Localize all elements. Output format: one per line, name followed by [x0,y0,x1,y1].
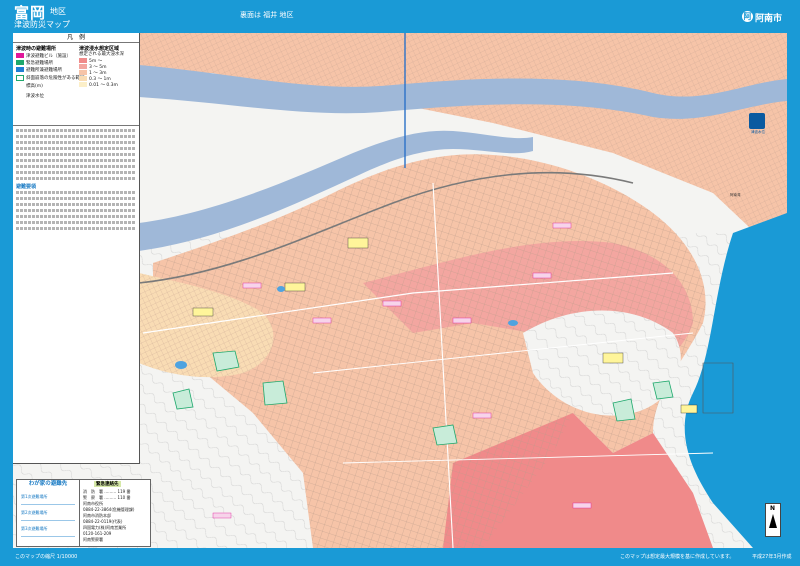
evac-building-tag [452,317,472,324]
evac-site-green [172,388,194,410]
north-label: N [770,505,776,512]
legend-title: 凡 例 [13,33,139,43]
my-evacuation-box[interactable]: わが家の避難先 第1次避難場所 第2次避難場所 第3次避難場所 [16,479,80,547]
pond [508,320,518,326]
notes-text-line [16,191,136,194]
notes-text-line [16,215,136,218]
contact-line: 0120-161-209 [83,531,112,536]
my-evacuation-row: 第1次避難場所 [21,494,48,499]
evac-building-tag [312,317,332,324]
elevation-label: 標高(m) [26,84,43,89]
evac-building-tag [472,412,492,419]
depth-swatch-03-1m [79,76,87,81]
depth-label-001-03m: 0.01 ～ 0.3m [89,83,118,88]
notes-text-line [16,197,136,200]
evac-site-green [262,380,288,406]
evac-site-swatch [16,60,24,65]
shelter-swatch [16,67,24,72]
tsunami-building-tag [602,352,624,364]
evac-building-tag [212,512,232,519]
depth-swatch-1-3m [79,70,87,75]
depth-legend-sub: 想定される最大浸水深 [79,52,124,57]
notes-text-line [16,171,136,174]
emergency-contacts-box: 緊急連絡先 消 防 署 ……… 119 番 警 察 署 ……… 110 番 阿南… [79,479,151,547]
tsunami-building-tag [192,307,214,317]
notes-text-line [16,227,136,230]
shelter-label: 避難所兼避難場所 [26,68,62,73]
evac-building-tag [572,502,592,509]
evac-site-green [432,424,458,446]
pond [175,361,187,369]
notes-text-line [16,221,136,224]
notes-text-line [16,177,136,180]
map-area[interactable]: 凡 例 津波時の避難場所 津波避難ビル（施設） 緊急避難場所 避難所兼避難場所 … [13,33,787,548]
legend-panel: 凡 例 津波時の避難場所 津波避難ビル（施設） 緊急避難場所 避難所兼避難場所 … [13,33,140,464]
my-evacuation-title: わが家の避難先 [28,481,68,487]
evac-site-green [652,380,674,400]
north-arrow-icon [769,514,777,528]
legend-divider [13,125,139,126]
contacts-head: 緊急連絡先 [94,481,121,487]
header-bar: 富岡 地区 津波防災マップ 裏面は 福井 地区 阿 阿南市 [0,0,800,32]
north-arrow-box: N [765,503,781,537]
notes-text-line [16,141,136,144]
evac-building-swatch [16,53,24,58]
city-name: 阿南市 [755,14,783,24]
depth-swatch-3-5m [79,64,87,69]
evac-building-tag [242,282,262,289]
map-title-suffix: 地区 [50,7,66,16]
danger-label: 斜面崩落の危険性がある範囲 [26,76,85,81]
footer-bar: このマップの縮尺 1/10000 このマップは想定最大規模を基に作成しています。… [0,549,800,566]
notes-text-line [16,153,136,156]
notes-text-line [16,165,136,168]
write-in-line[interactable] [21,520,75,521]
tsunami-building-tag [680,404,698,414]
evac-site-label: 緊急避難場所 [26,61,53,66]
publish-date: 平成27年3月作成 [752,554,792,560]
my-evacuation-row: 第2次避難場所 [21,510,48,515]
marker-label: 津波水位 [26,94,44,99]
evac-building-tag [382,300,402,307]
danger-swatch [16,75,24,81]
scale-note: このマップの縮尺 1/10000 [15,554,78,560]
tsunami-marker-label: 津波水位 [751,130,765,134]
sea-label: 阿南湾 [730,193,741,197]
notes-text-line [16,135,136,138]
evac-legend-head: 津波時の避難場所 [16,46,57,52]
depth-swatch-001-03m [79,82,87,87]
evac-building-tag [532,272,552,279]
tsunami-building-tag [284,282,306,292]
my-evacuation-row: 第3次避難場所 [21,526,48,531]
city-emblem-icon: 阿 [742,11,753,22]
notes-text-line [16,159,136,162]
contact-line: 阿南警察署 [83,537,103,542]
evac-building-tag [552,222,572,229]
notes-text-line [16,209,136,212]
write-in-line[interactable] [21,536,75,537]
write-in-line[interactable] [21,504,75,505]
tsunami-map-page: 富岡 地区 津波防災マップ 裏面は 福井 地区 阿 阿南市 凡 例 津波時の避難… [0,0,800,566]
notes-text-line [16,147,136,150]
evac-site-green [212,350,240,372]
tsunami-building-tag [347,237,369,249]
pond [277,286,285,292]
reverse-side-note: 裏面は 福井 地区 [240,11,294,19]
map-subtitle: 津波防災マップ [14,20,70,29]
evac-site-green [612,398,636,422]
evac-building-label: 津波避難ビル（施設） [26,54,71,59]
disclaimer-note: このマップは想定最大規模を基に作成しています。 [620,554,735,560]
tsunami-marker-icon [749,113,765,129]
depth-swatch-5m [79,58,87,63]
notes-text-line [16,129,136,132]
notes-text-line [16,203,136,206]
notes-head: 避難要領 [16,184,37,190]
